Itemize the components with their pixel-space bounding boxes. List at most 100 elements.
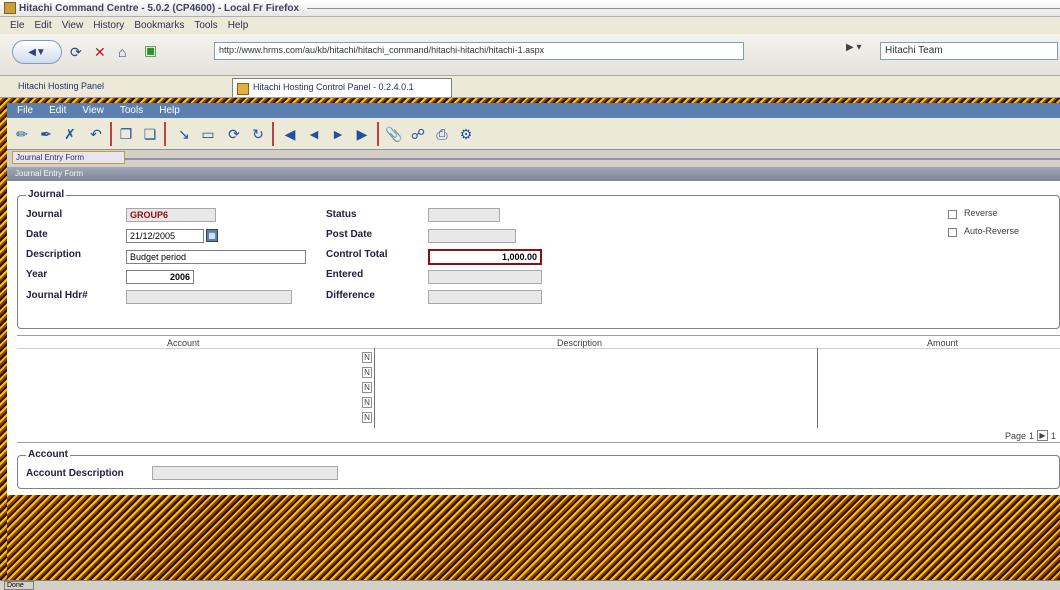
copy-icon[interactable]: ❐ <box>117 125 135 143</box>
menu-bookmarks[interactable]: Bookmarks <box>134 20 184 31</box>
column-header-description[interactable]: Description <box>557 338 602 348</box>
app-menu-edit[interactable]: Edit <box>49 105 66 116</box>
form-title-bar: Journal Entry Form <box>7 167 1060 181</box>
browser-tab[interactable]: Hitachi Hosting Control Panel - 0.2.4.0.… <box>232 78 452 97</box>
grid-pagination: Page 1 ▶ 1 <box>1005 430 1056 441</box>
date-field[interactable]: 21/12/2005 <box>126 229 204 243</box>
stop-icon[interactable]: ✕ <box>94 44 106 61</box>
link-icon[interactable]: ☍ <box>409 125 427 143</box>
difference-field <box>428 290 542 304</box>
auto-reverse-label: Auto-Reverse <box>964 226 1020 236</box>
app-toolbar: ✏ ✒ ✗ ↶ ❐ ❏ ↘ ▭ ⟳ ↻ ◀ ◄ ► ▶ 📎 ☍ ⎙ ⚙ <box>7 118 1060 150</box>
previous-record-icon[interactable]: ◄ <box>305 125 323 143</box>
edit-icon[interactable]: ✒ <box>37 125 55 143</box>
column-header-amount[interactable]: Amount <box>927 338 958 348</box>
journal-hdr-label: Journal Hdr# <box>26 290 88 301</box>
journal-field[interactable]: GROUP6 <box>126 208 216 222</box>
row-marker[interactable]: N <box>362 412 372 423</box>
app-menu-view[interactable]: View <box>82 105 104 116</box>
row-marker[interactable]: N <box>362 352 372 363</box>
title-divider <box>307 7 1060 9</box>
go-icon[interactable]: ▶ ▾ <box>846 42 862 53</box>
rotate-icon[interactable]: ↻ <box>249 125 267 143</box>
menu-edit[interactable]: Edit <box>34 20 51 31</box>
status-bar: Done <box>0 580 1060 590</box>
search-input[interactable]: Hitachi Team <box>880 42 1058 60</box>
menu-help[interactable]: Help <box>228 20 249 31</box>
reverse-checkbox[interactable] <box>948 210 957 219</box>
column-header-account[interactable]: Account <box>167 338 200 348</box>
reload-icon[interactable]: ⟳ <box>70 44 82 61</box>
journal-hdr-field <box>126 290 292 304</box>
back-button[interactable]: ◀▼ <box>12 40 62 64</box>
column-divider <box>817 348 818 428</box>
browser-title: Hitachi Command Centre - 5.0.2 (CP4600) … <box>19 2 300 14</box>
print-icon[interactable]: ⎙ <box>433 125 451 143</box>
delete-icon[interactable]: ✗ <box>61 125 79 143</box>
refresh-icon[interactable]: ⟳ <box>225 125 243 143</box>
calendar-icon[interactable]: ▦ <box>206 229 218 242</box>
address-bar[interactable]: http://www.hrms.com/au/kb/hitachi/hitach… <box>214 42 744 60</box>
account-legend: Account <box>26 449 70 460</box>
home-icon[interactable]: ⌂ <box>118 44 126 60</box>
description-field[interactable]: Budget period <box>126 250 306 264</box>
menu-view[interactable]: View <box>62 20 84 31</box>
undo-icon[interactable]: ↶ <box>87 125 105 143</box>
year-label: Year <box>26 269 48 280</box>
description-label: Description <box>26 249 82 260</box>
pagination-label: Page <box>1004 430 1026 441</box>
window-icon[interactable]: ▭ <box>199 125 217 143</box>
toolbar-separator <box>377 122 379 146</box>
entered-label: Entered <box>326 269 364 280</box>
date-label: Date <box>26 229 48 240</box>
browser-title-bar: Hitachi Command Centre - 5.0.2 (CP4600) … <box>0 0 1060 17</box>
attach-icon[interactable]: 📎 <box>385 125 403 143</box>
row-marker[interactable]: N <box>362 367 372 378</box>
first-record-icon[interactable]: ◀ <box>281 125 299 143</box>
menu-file[interactable]: Ele <box>10 20 24 31</box>
pagination-of: 1 <box>1050 430 1056 441</box>
journal-fieldset: Journal Journal GROUP6 Date 21/12/2005 ▦… <box>17 189 1060 329</box>
browser-menu-bar: Ele Edit View History Bookmarks Tools He… <box>0 17 1060 34</box>
menu-tools[interactable]: Tools <box>194 20 217 31</box>
app-menu-tools[interactable]: Tools <box>120 105 143 116</box>
bookmark-link[interactable]: Hitachi Hosting Panel <box>18 81 104 91</box>
background-pattern <box>7 495 1060 580</box>
form-content: Journal Journal GROUP6 Date 21/12/2005 ▦… <box>7 181 1060 495</box>
frame-border-left <box>0 98 7 580</box>
last-record-icon[interactable]: ▶ <box>353 125 371 143</box>
site-icon: ▣ <box>144 42 158 58</box>
settings-icon[interactable]: ⚙ <box>457 125 475 143</box>
bookmarks-toolbar: Hitachi Hosting Panel Hitachi Hosting Co… <box>0 76 1060 98</box>
app-menu-help[interactable]: Help <box>159 105 180 116</box>
status-label: Done <box>4 581 34 590</box>
menu-history[interactable]: History <box>93 20 124 31</box>
year-field[interactable]: 2006 <box>126 270 194 284</box>
go-page-button[interactable]: ▶ <box>1036 430 1048 441</box>
auto-reverse-checkbox[interactable] <box>948 228 957 237</box>
tab-divider <box>125 158 1060 160</box>
app-menu-file[interactable]: File <box>17 105 33 116</box>
account-description-label: Account Description <box>26 468 124 479</box>
paste-icon[interactable]: ❏ <box>141 125 159 143</box>
row-marker[interactable]: N <box>362 397 372 408</box>
navigation-toolbar: ◀▼ ⟳ ✕ ⌂ ▣ http://www.hrms.com/au/kb/hit… <box>0 34 1060 76</box>
pagination-value[interactable]: 1 <box>1029 431 1034 441</box>
journal-lines-grid: Account Description Amount N N N N N Pag… <box>17 335 1060 443</box>
post-date-field <box>428 229 516 243</box>
new-icon[interactable]: ✏ <box>13 125 31 143</box>
header-divider <box>17 348 1060 349</box>
reverse-label: Reverse <box>964 208 998 218</box>
next-record-icon[interactable]: ► <box>329 125 347 143</box>
control-total-field[interactable]: 1,000.00 <box>428 249 542 265</box>
row-marker[interactable]: N <box>362 382 372 393</box>
form-tab[interactable]: Journal Entry Form <box>12 151 125 164</box>
toolbar-separator <box>110 122 112 146</box>
status-label: Status <box>326 209 357 220</box>
difference-label: Difference <box>326 290 375 301</box>
control-total-label: Control Total <box>326 249 388 260</box>
account-fieldset: Account Account Description <box>17 449 1060 489</box>
find-icon[interactable]: ↘ <box>175 125 193 143</box>
account-description-field <box>152 466 338 480</box>
firefox-icon <box>4 2 16 14</box>
